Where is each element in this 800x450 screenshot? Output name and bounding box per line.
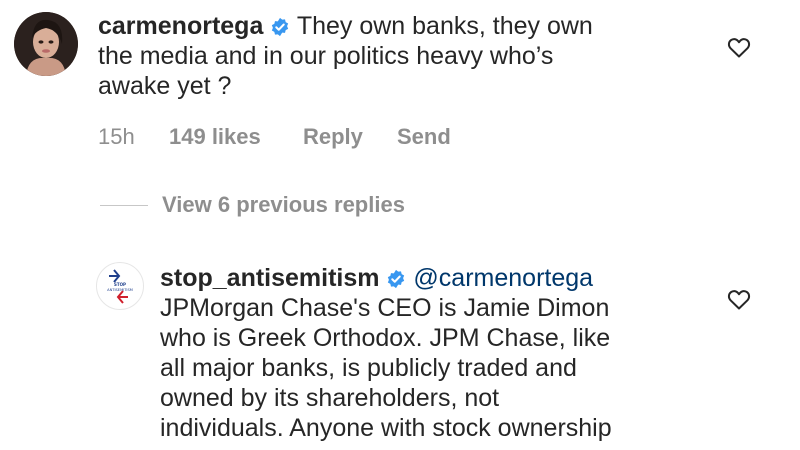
avatar-photo xyxy=(14,12,78,76)
comment-text-line: JPMorgan Chase's CEO is Jamie Dimon xyxy=(160,294,610,322)
comment-username[interactable]: stop_antisemitism xyxy=(160,264,380,292)
avatar[interactable] xyxy=(14,12,78,76)
logo-text-top: STOP xyxy=(114,282,126,287)
comment-text-line: all major banks, is publicly traded and xyxy=(160,354,577,382)
comment-timestamp: 15h xyxy=(98,124,135,149)
replies-divider-line xyxy=(100,204,148,206)
logo-text-bottom: ANTISEMITISM xyxy=(107,288,133,292)
comment-text-line: awake yet ? xyxy=(98,72,232,100)
comment-text-line: who is Greek Orthodox. JPM Chase, like xyxy=(160,324,611,352)
comment-text-line: individuals. Anyone with stock ownership xyxy=(160,414,612,442)
comment-likes[interactable]: 149 likes xyxy=(169,124,261,150)
comment-text-line: the media and in our politics heavy who’… xyxy=(98,42,554,70)
like-heart-icon[interactable] xyxy=(727,288,751,315)
comment-text-line: They own banks, they own xyxy=(296,12,593,40)
send-button[interactable]: Send xyxy=(397,124,451,150)
comment-username[interactable]: carmenortega xyxy=(98,12,263,40)
view-replies-label: View 6 previous replies xyxy=(162,192,405,217)
stop-antisemitism-logo-icon: STOP ANTISEMITISM xyxy=(107,269,133,304)
mention-link[interactable]: @carmenortega xyxy=(413,264,593,292)
comment-text-line: owned by its shareholders, not xyxy=(160,384,500,412)
avatar[interactable]: STOP ANTISEMITISM xyxy=(96,262,144,310)
verified-badge-icon xyxy=(388,269,405,289)
like-heart-icon[interactable] xyxy=(727,36,751,63)
view-previous-replies[interactable]: View 6 previous replies xyxy=(100,190,405,220)
verified-badge-icon xyxy=(272,17,289,37)
reply-button[interactable]: Reply xyxy=(303,124,363,150)
